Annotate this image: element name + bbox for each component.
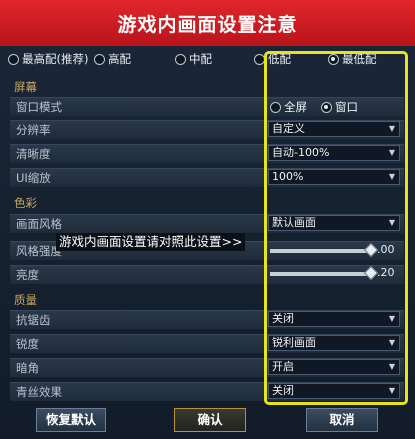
option-windowed[interactable]: 窗口 bbox=[321, 99, 358, 115]
section-quality: 质量 bbox=[14, 293, 37, 307]
radio-icon bbox=[175, 53, 186, 65]
ui-scale-dropdown[interactable]: 100% ▼ bbox=[268, 169, 400, 185]
cancel-button[interactable]: 取消 bbox=[306, 408, 378, 432]
dropdown-value: 默认画面 bbox=[272, 216, 316, 229]
preset-bar: 最高配(推荐) 高配 中配 低配 最低配 bbox=[0, 51, 415, 71]
preset-high[interactable]: 高配 bbox=[94, 51, 131, 67]
preset-low[interactable]: 低配 bbox=[254, 51, 291, 67]
style-dropdown[interactable]: 默认画面 ▼ bbox=[268, 215, 400, 231]
confirm-button[interactable]: 确认 bbox=[174, 408, 246, 432]
qingsi-dropdown[interactable]: 关闭 ▼ bbox=[268, 383, 400, 399]
vignette-dropdown[interactable]: 开启 ▼ bbox=[268, 359, 400, 375]
radio-selected-icon bbox=[321, 101, 332, 113]
chevron-down-icon: ▼ bbox=[388, 386, 395, 395]
radio-icon bbox=[94, 53, 105, 65]
tooltip-callout: 游戏内画面设置请对照此设置>> bbox=[56, 233, 246, 251]
radio-icon bbox=[270, 101, 281, 113]
section-screen: 屏幕 bbox=[14, 80, 37, 94]
preset-label: 高配 bbox=[108, 52, 131, 66]
chevron-down-icon: ▼ bbox=[388, 148, 395, 157]
dropdown-value: 开启 bbox=[272, 360, 294, 373]
window-mode-radios: 全屏 窗口 bbox=[270, 99, 358, 115]
preset-label: 低配 bbox=[268, 52, 291, 66]
chevron-down-icon: ▼ bbox=[388, 218, 395, 227]
brightness-value: .20 bbox=[377, 266, 395, 279]
option-label: 窗口 bbox=[335, 100, 358, 114]
chevron-down-icon: ▼ bbox=[388, 314, 395, 323]
sharpness-label: 锐度 bbox=[16, 337, 39, 351]
dropdown-value: 自定义 bbox=[272, 122, 305, 135]
style-strength-value: .00 bbox=[377, 243, 395, 256]
section-color: 色彩 bbox=[14, 196, 37, 210]
brightness-slider[interactable] bbox=[270, 272, 370, 276]
radio-selected-icon bbox=[328, 53, 339, 65]
ui-scale-label: UI缩放 bbox=[16, 171, 51, 185]
chevron-down-icon: ▼ bbox=[388, 124, 395, 133]
antialias-dropdown[interactable]: 关闭 ▼ bbox=[268, 311, 400, 327]
preset-highest[interactable]: 最高配(推荐) bbox=[8, 51, 88, 67]
dropdown-value: 关闭 bbox=[272, 312, 294, 325]
style-strength-slider[interactable] bbox=[270, 249, 370, 253]
clarity-label: 清晰度 bbox=[16, 147, 51, 161]
antialias-label: 抗锯齿 bbox=[16, 313, 51, 327]
chevron-down-icon: ▼ bbox=[388, 338, 395, 347]
chevron-down-icon: ▼ bbox=[388, 172, 395, 181]
window-mode-label: 窗口模式 bbox=[16, 100, 62, 114]
preset-medium[interactable]: 中配 bbox=[175, 51, 212, 67]
qingsi-label: 青丝效果 bbox=[16, 385, 62, 399]
banner-title: 游戏内画面设置注意 bbox=[0, 0, 415, 46]
preset-lowest[interactable]: 最低配 bbox=[328, 51, 377, 67]
dropdown-value: 自动-100% bbox=[272, 146, 330, 159]
reset-button[interactable]: 恢复默认 bbox=[36, 408, 106, 432]
sharpness-dropdown[interactable]: 锐利画面 ▼ bbox=[268, 335, 400, 351]
option-fullscreen[interactable]: 全屏 bbox=[270, 99, 307, 115]
option-label: 全屏 bbox=[284, 100, 307, 114]
resolution-label: 分辨率 bbox=[16, 123, 51, 137]
preset-label: 最低配 bbox=[342, 52, 377, 66]
dropdown-value: 100% bbox=[272, 170, 304, 183]
style-label: 画面风格 bbox=[16, 217, 62, 231]
preset-label: 中配 bbox=[189, 52, 212, 66]
brightness-label: 亮度 bbox=[16, 268, 39, 282]
radio-icon bbox=[254, 53, 265, 65]
chevron-down-icon: ▼ bbox=[388, 362, 395, 371]
preset-label: 最高配(推荐) bbox=[22, 52, 89, 66]
radio-icon bbox=[8, 53, 19, 65]
clarity-dropdown[interactable]: 自动-100% ▼ bbox=[268, 145, 400, 161]
dropdown-value: 锐利画面 bbox=[272, 336, 316, 349]
resolution-dropdown[interactable]: 自定义 ▼ bbox=[268, 121, 400, 137]
vignette-label: 暗角 bbox=[16, 361, 39, 375]
dropdown-value: 关闭 bbox=[272, 384, 294, 397]
